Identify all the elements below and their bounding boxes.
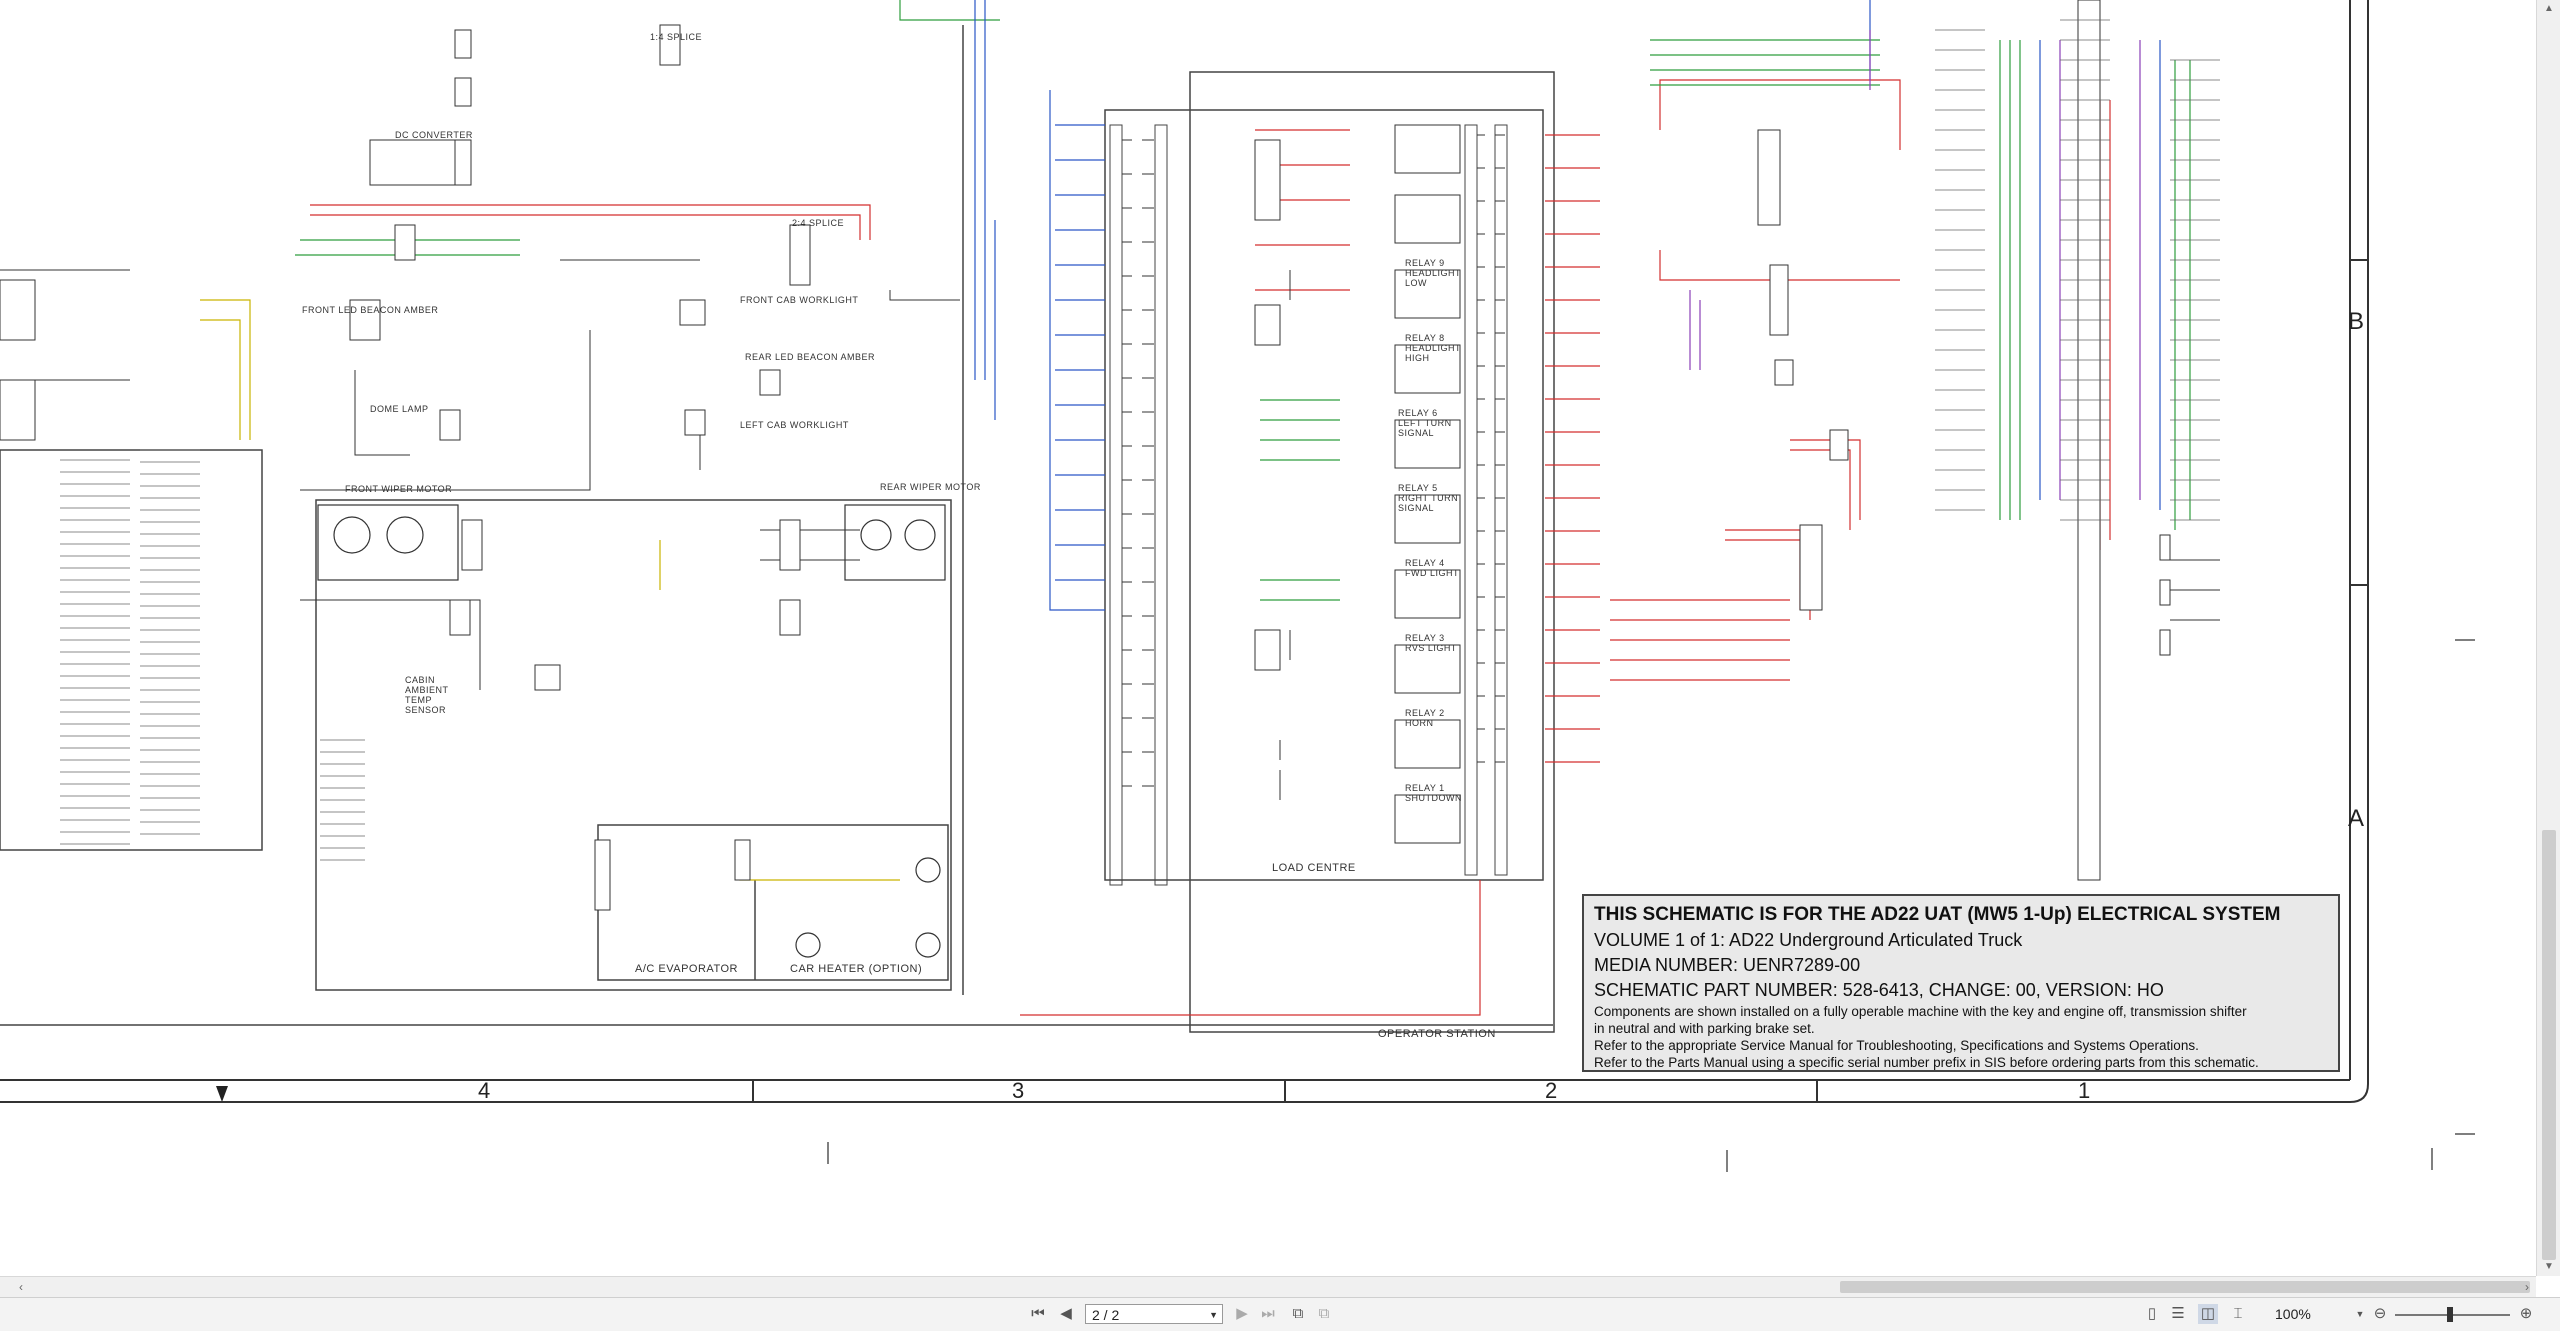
scroll-up-icon[interactable]: ▲ [2537, 0, 2560, 18]
last-page-icon[interactable]: ⏭ [1258, 1304, 1278, 1324]
vertical-scrollbar[interactable]: ▲ ▼ [2536, 0, 2560, 1276]
next-page-icon[interactable]: ▶ [1232, 1304, 1252, 1324]
title-block-line-3: MEDIA NUMBER: UENR7289-00 [1594, 955, 1861, 975]
single-page-view-icon[interactable]: ▯ [2142, 1304, 2162, 1324]
relay-8-label: RELAY 8 HEADLIGHT HIGH [1405, 333, 1461, 363]
document-viewport[interactable]: B A 4 3 2 1 LOAD CENTRE OPERATOR STATION… [0, 0, 2536, 1276]
grid-col-4: 4 [478, 1078, 491, 1103]
prev-page-icon[interactable]: ◀ [1056, 1304, 1076, 1324]
wires-green [295, 0, 2191, 601]
zoom-slider-handle[interactable] [2447, 1307, 2453, 1322]
dome-lamp-label: DOME LAMP [370, 404, 429, 414]
first-page-icon[interactable]: ⏮ [1028, 1304, 1048, 1324]
status-bar: ⏮ ◀ 2 / 2 ▼ ▶ ⏭ ⧉ ⧉ ▯ ☰ ◫ ⌶ 100% ▼ ⊖ ⊕ [0, 1297, 2560, 1331]
left-cab-worklight-label: LEFT CAB WORKLIGHT [740, 420, 849, 430]
horizontal-scroll-thumb[interactable] [1840, 1281, 2530, 1293]
cabin-temp-label: CABIN AMBIENT TEMP SENSOR [405, 675, 449, 715]
schematic-drawing [0, 0, 2475, 1172]
title-block-line-8: Refer to the Parts Manual using a specif… [1594, 1055, 2259, 1070]
fuses-right [1477, 134, 1505, 763]
splice-label-2: 1:4 SPLICE [650, 32, 703, 42]
title-block-line-5: Components are shown installed on a full… [1594, 1004, 2247, 1019]
relay-3-label: RELAY 3 RVS LIGHT [1405, 633, 1457, 653]
continuous-view-icon[interactable]: ☰ [2168, 1304, 2188, 1324]
car-heater-label: CAR HEATER (OPTION) [790, 963, 923, 975]
dc-converter-label: DC CONVERTER [395, 130, 473, 140]
relay-2-label: RELAY 2 HORN [1405, 708, 1445, 728]
wires-blue [974, 0, 2161, 611]
title-block: THIS SCHEMATIC IS FOR THE AD22 UAT (MW5 … [1582, 894, 2340, 1072]
page-number-value: 2 / 2 [1092, 1307, 1120, 1323]
splice-label-1: 2:4 SPLICE [792, 218, 845, 228]
fuses-left [1122, 139, 1154, 787]
grid-row-b: B [2348, 308, 2365, 335]
two-page-view-icon[interactable]: ◫ [2198, 1304, 2218, 1324]
wiper-motors [317, 504, 946, 958]
wires-yellow [200, 299, 900, 881]
title-block-line-4: SCHEMATIC PART NUMBER: 528-6413, CHANGE:… [1594, 980, 2164, 1000]
grid-col-3: 3 [1012, 1078, 1025, 1103]
load-centre-label: LOAD CENTRE [1272, 862, 1356, 874]
book-view-icon[interactable]: ⌶ [2228, 1304, 2248, 1324]
zoom-dropdown-icon[interactable]: ▼ [2350, 1304, 2370, 1324]
zoom-out-icon[interactable]: ⊖ [2370, 1304, 2390, 1324]
chevron-down-icon[interactable]: ▼ [1209, 1305, 1218, 1325]
title-block-line-2: VOLUME 1 of 1: AD22 Underground Articula… [1594, 930, 2023, 950]
grid-col-2: 2 [1545, 1078, 1558, 1103]
ac-evaporator-label: A/C EVAPORATOR [635, 963, 738, 975]
page-number-field[interactable]: 2 / 2 ▼ [1085, 1304, 1223, 1324]
relay-9-label: RELAY 9 HEADLIGHT LOW [1405, 258, 1461, 288]
vertical-scroll-thumb[interactable] [2542, 830, 2556, 1260]
fit-page-icon[interactable]: ⧉ [1288, 1304, 1308, 1324]
scroll-left-icon[interactable]: ‹ [12, 1277, 30, 1297]
operator-station-label: OPERATOR STATION [1378, 1028, 1496, 1040]
zoom-in-icon[interactable]: ⊕ [2516, 1304, 2536, 1324]
scroll-right-icon[interactable]: › [2518, 1277, 2536, 1297]
grid-col-1: 1 [2078, 1078, 2091, 1103]
front-cab-worklight-label: FRONT CAB WORKLIGHT [740, 295, 859, 305]
rear-wiper-label: REAR WIPER MOTOR [880, 482, 981, 492]
center-marker [216, 1086, 228, 1102]
fit-width-icon[interactable]: ⧉ [1314, 1304, 1334, 1324]
front-led-beacon-label: FRONT LED BEACON AMBER [302, 305, 439, 315]
scroll-down-icon[interactable]: ▼ [2537, 1258, 2560, 1276]
wires-purple [1689, 30, 2141, 500]
connector-blocks [0, 0, 2171, 911]
zoom-level[interactable]: 100% [2275, 1304, 2311, 1324]
rear-led-beacon-label: REAR LED BEACON AMBER [745, 352, 876, 362]
title-block-line-6: in neutral and with parking brake set. [1594, 1021, 1815, 1036]
relay-5-label: RELAY 5 RIGHT TURN SIGNAL [1398, 483, 1459, 513]
grid-row-a: A [2348, 805, 2365, 832]
front-wiper-label: FRONT WIPER MOTOR [345, 484, 453, 494]
relay-6-label: RELAY 6 LEFT TURN SIGNAL [1398, 408, 1452, 438]
relay-1-label: RELAY 1 SHUTDOWN [1405, 783, 1462, 803]
horizontal-scrollbar[interactable]: ‹ › [0, 1276, 2536, 1297]
relay-4-label: RELAY 4 FWD LIGHT [1405, 558, 1459, 578]
title-block-line-7: Refer to the appropriate Service Manual … [1594, 1038, 2199, 1053]
wires-red [310, 79, 2111, 1016]
title-block-line-1: THIS SCHEMATIC IS FOR THE AD22 UAT (MW5 … [1594, 904, 2281, 925]
